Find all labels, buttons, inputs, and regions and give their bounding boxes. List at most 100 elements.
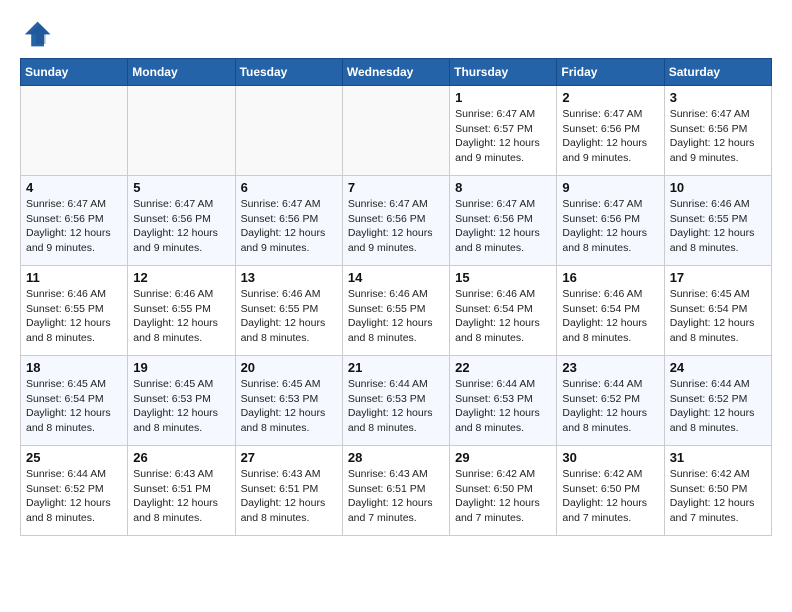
weekday-header-row: SundayMondayTuesdayWednesdayThursdayFrid… [21, 59, 772, 86]
day-info: Sunrise: 6:45 AM Sunset: 6:54 PM Dayligh… [670, 287, 766, 346]
weekday-sunday: Sunday [21, 59, 128, 86]
calendar-cell: 7 Sunrise: 6:47 AM Sunset: 6:56 PM Daylig… [342, 176, 449, 266]
calendar-week-3: 11 Sunrise: 6:46 AM Sunset: 6:55 PM Dayli… [21, 266, 772, 356]
day-info: Sunrise: 6:47 AM Sunset: 6:56 PM Dayligh… [133, 197, 229, 256]
day-info: Sunrise: 6:47 AM Sunset: 6:56 PM Dayligh… [455, 197, 551, 256]
calendar-cell: 4 Sunrise: 6:47 AM Sunset: 6:56 PM Daylig… [21, 176, 128, 266]
day-number: 30 [562, 450, 658, 465]
day-info: Sunrise: 6:47 AM Sunset: 6:56 PM Dayligh… [26, 197, 122, 256]
day-number: 11 [26, 270, 122, 285]
weekday-saturday: Saturday [664, 59, 771, 86]
weekday-tuesday: Tuesday [235, 59, 342, 86]
weekday-wednesday: Wednesday [342, 59, 449, 86]
calendar-cell: 26 Sunrise: 6:43 AM Sunset: 6:51 PM Dayli… [128, 446, 235, 536]
day-info: Sunrise: 6:46 AM Sunset: 6:54 PM Dayligh… [455, 287, 551, 346]
calendar-cell: 17 Sunrise: 6:45 AM Sunset: 6:54 PM Dayli… [664, 266, 771, 356]
calendar-cell: 22 Sunrise: 6:44 AM Sunset: 6:53 PM Dayli… [450, 356, 557, 446]
day-info: Sunrise: 6:43 AM Sunset: 6:51 PM Dayligh… [133, 467, 229, 526]
day-number: 25 [26, 450, 122, 465]
day-info: Sunrise: 6:46 AM Sunset: 6:55 PM Dayligh… [348, 287, 444, 346]
day-number: 6 [241, 180, 337, 195]
calendar-cell: 6 Sunrise: 6:47 AM Sunset: 6:56 PM Daylig… [235, 176, 342, 266]
day-number: 1 [455, 90, 551, 105]
calendar-cell [128, 86, 235, 176]
day-number: 13 [241, 270, 337, 285]
calendar-week-5: 25Sunrise: 6:44 AM Sunset: 6:52 PM Dayli… [21, 446, 772, 536]
calendar-cell: 3 Sunrise: 6:47 AM Sunset: 6:56 PM Daylig… [664, 86, 771, 176]
calendar-cell: 29 Sunrise: 6:42 AM Sunset: 6:50 PM Dayli… [450, 446, 557, 536]
calendar-cell: 16Sunrise: 6:46 AM Sunset: 6:54 PM Dayli… [557, 266, 664, 356]
calendar-cell: 13 Sunrise: 6:46 AM Sunset: 6:55 PM Dayli… [235, 266, 342, 356]
calendar-cell: 25Sunrise: 6:44 AM Sunset: 6:52 PM Dayli… [21, 446, 128, 536]
calendar-cell: 12Sunrise: 6:46 AM Sunset: 6:55 PM Dayli… [128, 266, 235, 356]
day-number: 10 [670, 180, 766, 195]
day-number: 3 [670, 90, 766, 105]
day-number: 29 [455, 450, 551, 465]
day-info: Sunrise: 6:47 AM Sunset: 6:56 PM Dayligh… [348, 197, 444, 256]
day-number: 15 [455, 270, 551, 285]
day-info: Sunrise: 6:47 AM Sunset: 6:56 PM Dayligh… [670, 107, 766, 166]
calendar-cell: 27Sunrise: 6:43 AM Sunset: 6:51 PM Dayli… [235, 446, 342, 536]
day-info: Sunrise: 6:44 AM Sunset: 6:53 PM Dayligh… [348, 377, 444, 436]
day-info: Sunrise: 6:47 AM Sunset: 6:56 PM Dayligh… [562, 197, 658, 256]
weekday-friday: Friday [557, 59, 664, 86]
day-info: Sunrise: 6:45 AM Sunset: 6:54 PM Dayligh… [26, 377, 122, 436]
day-number: 24 [670, 360, 766, 375]
day-info: Sunrise: 6:42 AM Sunset: 6:50 PM Dayligh… [455, 467, 551, 526]
day-info: Sunrise: 6:46 AM Sunset: 6:55 PM Dayligh… [241, 287, 337, 346]
calendar-cell: 14 Sunrise: 6:46 AM Sunset: 6:55 PM Dayli… [342, 266, 449, 356]
calendar-cell: 23Sunrise: 6:44 AM Sunset: 6:52 PM Dayli… [557, 356, 664, 446]
calendar-cell [342, 86, 449, 176]
calendar-body: 1 Sunrise: 6:47 AM Sunset: 6:57 PM Daylig… [21, 86, 772, 536]
calendar-cell: 28 Sunrise: 6:43 AM Sunset: 6:51 PM Dayli… [342, 446, 449, 536]
calendar-cell: 20 Sunrise: 6:45 AM Sunset: 6:53 PM Dayli… [235, 356, 342, 446]
day-number: 9 [562, 180, 658, 195]
day-number: 19 [133, 360, 229, 375]
day-info: Sunrise: 6:44 AM Sunset: 6:53 PM Dayligh… [455, 377, 551, 436]
day-info: Sunrise: 6:45 AM Sunset: 6:53 PM Dayligh… [133, 377, 229, 436]
calendar-cell [21, 86, 128, 176]
weekday-monday: Monday [128, 59, 235, 86]
day-number: 4 [26, 180, 122, 195]
day-number: 31 [670, 450, 766, 465]
day-number: 16 [562, 270, 658, 285]
calendar-cell: 24Sunrise: 6:44 AM Sunset: 6:52 PM Dayli… [664, 356, 771, 446]
calendar-cell: 10 Sunrise: 6:46 AM Sunset: 6:55 PM Dayli… [664, 176, 771, 266]
logo-icon [20, 20, 52, 48]
day-number: 5 [133, 180, 229, 195]
calendar-cell: 30 Sunrise: 6:42 AM Sunset: 6:50 PM Dayli… [557, 446, 664, 536]
calendar-cell [235, 86, 342, 176]
calendar-cell: 5 Sunrise: 6:47 AM Sunset: 6:56 PM Daylig… [128, 176, 235, 266]
day-info: Sunrise: 6:47 AM Sunset: 6:57 PM Dayligh… [455, 107, 551, 166]
day-number: 8 [455, 180, 551, 195]
day-number: 17 [670, 270, 766, 285]
calendar-cell: 15 Sunrise: 6:46 AM Sunset: 6:54 PM Dayli… [450, 266, 557, 356]
day-info: Sunrise: 6:43 AM Sunset: 6:51 PM Dayligh… [348, 467, 444, 526]
day-number: 22 [455, 360, 551, 375]
day-number: 12 [133, 270, 229, 285]
day-info: Sunrise: 6:47 AM Sunset: 6:56 PM Dayligh… [241, 197, 337, 256]
weekday-thursday: Thursday [450, 59, 557, 86]
calendar-week-4: 18Sunrise: 6:45 AM Sunset: 6:54 PM Dayli… [21, 356, 772, 446]
day-number: 14 [348, 270, 444, 285]
day-number: 26 [133, 450, 229, 465]
calendar-cell: 9 Sunrise: 6:47 AM Sunset: 6:56 PM Daylig… [557, 176, 664, 266]
calendar-cell: 1 Sunrise: 6:47 AM Sunset: 6:57 PM Daylig… [450, 86, 557, 176]
day-info: Sunrise: 6:45 AM Sunset: 6:53 PM Dayligh… [241, 377, 337, 436]
day-number: 23 [562, 360, 658, 375]
calendar-cell: 19 Sunrise: 6:45 AM Sunset: 6:53 PM Dayli… [128, 356, 235, 446]
day-info: Sunrise: 6:46 AM Sunset: 6:55 PM Dayligh… [26, 287, 122, 346]
day-info: Sunrise: 6:46 AM Sunset: 6:55 PM Dayligh… [670, 197, 766, 256]
day-number: 27 [241, 450, 337, 465]
calendar-cell: 8 Sunrise: 6:47 AM Sunset: 6:56 PM Daylig… [450, 176, 557, 266]
calendar-cell: 21Sunrise: 6:44 AM Sunset: 6:53 PM Dayli… [342, 356, 449, 446]
day-info: Sunrise: 6:42 AM Sunset: 6:50 PM Dayligh… [562, 467, 658, 526]
calendar-cell: 11 Sunrise: 6:46 AM Sunset: 6:55 PM Dayli… [21, 266, 128, 356]
day-number: 2 [562, 90, 658, 105]
day-number: 20 [241, 360, 337, 375]
day-number: 7 [348, 180, 444, 195]
calendar-cell: 18Sunrise: 6:45 AM Sunset: 6:54 PM Dayli… [21, 356, 128, 446]
calendar-cell: 31Sunrise: 6:42 AM Sunset: 6:50 PM Dayli… [664, 446, 771, 536]
calendar-week-2: 4 Sunrise: 6:47 AM Sunset: 6:56 PM Daylig… [21, 176, 772, 266]
day-number: 28 [348, 450, 444, 465]
